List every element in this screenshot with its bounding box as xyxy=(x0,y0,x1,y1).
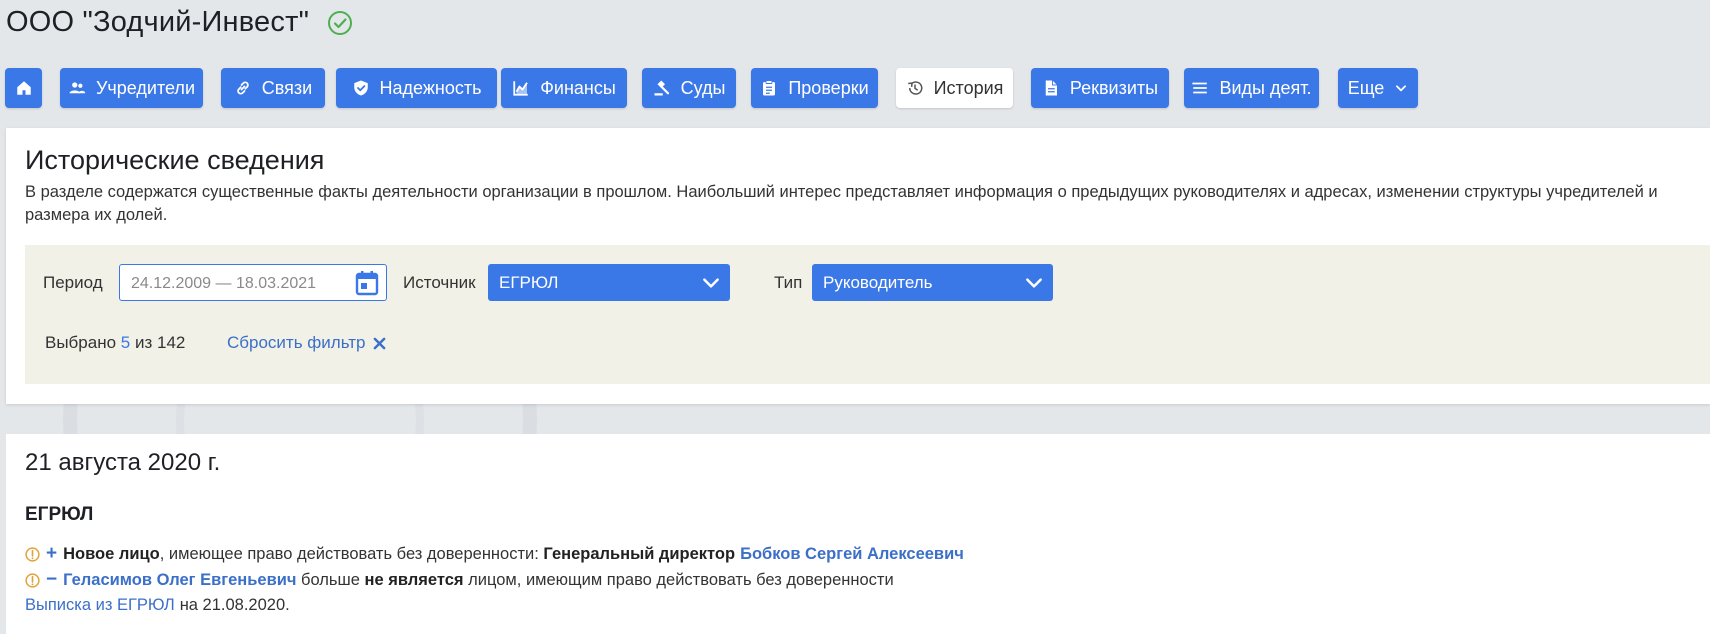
reset-filter-link[interactable]: Сбросить фильтр xyxy=(227,333,386,353)
filter-bar: Период 24.12.2009 — 18.03.2021 Источник … xyxy=(25,245,1710,384)
chevron-down-icon xyxy=(1026,278,1042,288)
chevron-down-icon xyxy=(1396,85,1407,92)
history-icon xyxy=(907,81,923,95)
company-name: ООО "Зодчий-Инвест" xyxy=(6,6,310,38)
egrul-extract-link[interactable]: Выписка из ЕГРЮЛ xyxy=(25,596,175,615)
period-value: 24.12.2009 — 18.03.2021 xyxy=(131,275,317,292)
gavel-icon xyxy=(654,80,669,96)
entry2-text2: лицом, имеющим право действовать без дов… xyxy=(463,570,894,589)
people-icon xyxy=(69,82,86,94)
history-list-panel: 21 августа 2020 г. ЕГРЮЛ + Новое лицо , … xyxy=(6,434,1710,634)
document-icon xyxy=(1045,80,1057,96)
nav-founders-button[interactable]: Учредители xyxy=(60,68,203,108)
nav-links-button[interactable]: Связи xyxy=(221,68,325,108)
entry2-text1: больше xyxy=(296,570,365,589)
nav-activities-label: Виды деят. xyxy=(1219,77,1312,98)
nav-checks-label: Проверки xyxy=(788,77,869,98)
history-source: ЕГРЮЛ xyxy=(25,504,94,525)
nav-finance-button[interactable]: Финансы xyxy=(501,68,627,108)
close-icon xyxy=(374,337,386,349)
source-label: Источник xyxy=(403,273,476,292)
extract-suffix: на 21.08.2020. xyxy=(179,596,290,614)
nav-requisites-label: Реквизиты xyxy=(1069,77,1159,98)
clipboard-icon xyxy=(763,80,776,96)
nav-more-label: Еще xyxy=(1347,77,1385,98)
nav-finance-label: Финансы xyxy=(540,77,616,98)
nav-history-button[interactable]: История xyxy=(896,68,1013,108)
reset-filter-label: Сбросить фильтр xyxy=(227,333,366,352)
entry2-bold1: не является xyxy=(364,570,464,589)
former-director-link[interactable]: Геласимов Олег Евгеньевич xyxy=(63,571,296,590)
selected-total: 142 xyxy=(157,333,186,352)
nav-history-label: История xyxy=(933,77,1004,98)
selected-prefix: Выбрано xyxy=(45,333,117,352)
type-label: Тип xyxy=(774,273,803,292)
section-description: В разделе содержатся существенные факты … xyxy=(25,183,1658,224)
extract-line: Выписка из ЕГРЮЛ на 21.08.2020. xyxy=(25,596,290,615)
type-value: Руководитель xyxy=(823,273,933,292)
warning-icon[interactable] xyxy=(25,572,40,588)
nav-founders-label: Учредители xyxy=(95,77,195,98)
home-icon xyxy=(16,81,31,95)
period-label: Период xyxy=(43,273,103,292)
nav-checks-button[interactable]: Проверки xyxy=(751,68,878,108)
new-director-link[interactable]: Бобков Сергей Алексеевич xyxy=(740,545,964,564)
history-entry-removed: − Геласимов Олег Евгеньевич больше не яв… xyxy=(25,569,894,591)
selected-middle: из xyxy=(134,333,153,352)
warning-icon[interactable] xyxy=(25,546,40,562)
nav-reliability-label: Надежность xyxy=(379,77,482,98)
list-icon xyxy=(1192,82,1208,94)
entry1-bold1: Новое лицо xyxy=(63,544,160,563)
history-entry-added: + Новое лицо , имеющее право действовать… xyxy=(25,543,964,565)
nav-more-button[interactable]: Еще xyxy=(1338,68,1418,108)
calendar-icon[interactable] xyxy=(355,270,379,296)
selected-number: 5 xyxy=(120,333,131,352)
check-circle-icon xyxy=(328,10,353,35)
company-header: ООО "Зодчий-Инвест" xyxy=(6,6,353,39)
period-date-input[interactable]: 24.12.2009 — 18.03.2021 xyxy=(119,264,387,301)
entry1-bold2: Генеральный директор xyxy=(543,544,736,563)
chevron-down-icon xyxy=(703,278,719,288)
removed-sign: − xyxy=(46,569,58,590)
nav-courts-button[interactable]: Суды xyxy=(642,68,736,108)
source-select[interactable]: ЕГРЮЛ xyxy=(488,264,730,301)
section-title: Исторические сведения xyxy=(25,145,325,175)
history-date: 21 августа 2020 г. xyxy=(25,449,221,476)
chart-icon xyxy=(513,81,528,96)
entry1-text1: , имеющее право действовать без доверенн… xyxy=(159,544,544,563)
selected-count: Выбрано 5 из 142 xyxy=(45,333,185,353)
nav-links-label: Связи xyxy=(261,77,313,98)
source-value: ЕГРЮЛ xyxy=(499,273,559,292)
nav-courts-label: Суды xyxy=(680,77,726,98)
nav-home-button[interactable] xyxy=(5,68,42,108)
link-icon xyxy=(237,81,249,95)
history-info-panel: Исторические сведения В разделе содержат… xyxy=(6,128,1710,404)
nav-requisites-button[interactable]: Реквизиты xyxy=(1031,68,1169,108)
nav-activities-button[interactable]: Виды деят. xyxy=(1184,68,1319,108)
added-sign: + xyxy=(46,543,58,564)
type-select[interactable]: Руководитель xyxy=(812,264,1053,301)
shield-check-icon xyxy=(353,80,368,96)
nav-reliability-button[interactable]: Надежность xyxy=(336,68,497,108)
